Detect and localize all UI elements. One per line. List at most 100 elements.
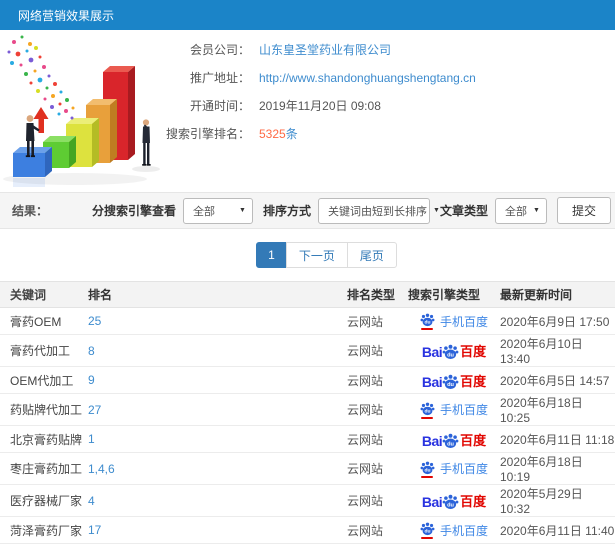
sort-select[interactable]: 关键词由短到长排序 ▼	[317, 197, 440, 224]
company-link[interactable]: 山东皇圣堂药业有限公司	[259, 41, 391, 58]
svg-text:du: du	[424, 408, 430, 414]
rank-type-cell: 云网站	[347, 425, 408, 453]
rank-cell: 25	[88, 307, 347, 335]
chevron-down-icon: ▼	[533, 207, 540, 214]
results-table: 关键词 排名 排名类型 搜索引擎类型 最新更新时间 膏药OEM 25 云网站 du 手机…	[0, 281, 615, 544]
baidu-paw-icon: du	[420, 522, 435, 536]
baidu-paw-icon: du	[442, 494, 459, 509]
rank-cell: 1	[88, 425, 347, 453]
filter-controls: 分搜索引擎查看 全部 ▼ 排序方式 关键词由短到长排序 ▼ 文章类型 全部 ▼ …	[82, 197, 611, 224]
next-page-button[interactable]: 下一页	[285, 242, 348, 268]
baidu-paw-icon-box: du	[420, 312, 435, 330]
table-row: OEM代加工 9 云网站 Bai du 百度 2020年6月5日 14:57	[0, 366, 615, 394]
rank-cell: 1,4,6	[88, 452, 347, 485]
marketing-report-page: { "title": "网络营销效果展示", "info": { "rows":…	[0, 0, 615, 544]
mobile-baidu-label: 手机百度	[439, 314, 488, 329]
keyword-column-header: 关键词	[0, 281, 88, 308]
info-row-url: 推广地址： http://www.shandonghuangshengtang.…	[0, 64, 615, 91]
promo-url-label: 推广地址：	[189, 71, 250, 85]
rank-count-suffix[interactable]: 条	[286, 127, 298, 141]
article-type-select-value: 全部	[504, 205, 527, 218]
paw-underline	[421, 475, 434, 478]
engine-type-cell: Bai du 百度	[408, 425, 500, 453]
keyword-cell: 膏药OEM	[0, 307, 88, 335]
rank-type-cell: 云网站	[347, 366, 408, 394]
table-row: 菏泽膏药厂家 17 云网站 du 手机百度 2020年6月11日 11:40	[0, 516, 615, 544]
submit-button[interactable]: 提交	[556, 197, 611, 224]
promo-url-link[interactable]: http://www.shandonghuangshengtang.cn	[259, 71, 476, 85]
baidu-paw-icon: du	[442, 344, 459, 359]
keyword-cell: 北京膏药贴牌	[0, 425, 88, 453]
filter-bar: 结果： 分搜索引擎查看 全部 ▼ 排序方式 关键词由短到长排序 ▼ 文章类型 全…	[0, 192, 615, 229]
article-type-select[interactable]: 全部 ▼	[494, 197, 547, 224]
rank-cell: 27	[88, 393, 347, 426]
baidu-paw-icon: du	[420, 313, 435, 327]
table-row: 膏药OEM 25 云网站 du 手机百度 2020年6月9日 17:50	[0, 307, 615, 335]
rank-link[interactable]: 17	[88, 523, 101, 537]
baidu-wordmark: Bai	[421, 344, 443, 360]
mobile-baidu-logo: du 手机百度	[420, 460, 488, 478]
rank-type-cell: 云网站	[347, 334, 408, 367]
updated-time-cell: 2020年6月18日 10:19	[500, 452, 615, 485]
rank-link[interactable]: 27	[88, 403, 101, 417]
chevron-down-icon: ▼	[239, 207, 246, 214]
engine-select[interactable]: 全部 ▼	[182, 197, 253, 224]
info-row-company: 会员公司： 山东皇圣堂药业有限公司	[0, 36, 615, 63]
engine-type-cell: du 手机百度	[408, 452, 500, 485]
page-1-button[interactable]: 1	[256, 242, 287, 268]
baidu-logo: Bai du 百度	[422, 371, 486, 390]
updated-column-header: 最新更新时间	[500, 281, 615, 308]
rank-type-cell: 云网站	[347, 484, 408, 517]
pagination: 1 下一页 尾页	[256, 242, 397, 268]
rank-type-cell: 云网站	[347, 393, 408, 426]
rank-count-label: 搜索引擎排名：	[165, 127, 250, 141]
rank-column-header: 排名	[88, 281, 347, 308]
svg-text:du: du	[424, 529, 430, 535]
updated-time-cell: 2020年6月10日 13:40	[500, 334, 615, 367]
baidu-paw-icon: du	[420, 461, 435, 474]
updated-time-cell: 2020年6月5日 14:57	[500, 366, 615, 394]
info-row-rank-count: 搜索引擎排名： 5325条	[0, 120, 615, 147]
engine-type-cell: Bai du 百度	[408, 366, 500, 394]
baidu-paw-icon-box: du	[420, 401, 435, 419]
open-time-label: 开通时间：	[189, 99, 250, 113]
rank-type-column-header: 排名类型	[347, 281, 408, 308]
keyword-cell: 枣庄膏药加工	[0, 452, 88, 485]
rank-count-value: 5325条	[259, 125, 298, 142]
mobile-baidu-label: 手机百度	[439, 403, 488, 417]
engine-column-header: 搜索引擎类型	[408, 281, 500, 308]
page-title: 网络营销效果展示	[18, 8, 115, 23]
rank-link[interactable]: 1	[88, 432, 95, 446]
mobile-baidu-logo: du 手机百度	[420, 401, 488, 419]
table-row: 医疗器械厂家 4 云网站 Bai du 百度 2020年5月29日 10:32	[0, 484, 615, 517]
last-page-button[interactable]: 尾页	[346, 242, 397, 268]
pagination-wrap: 1 下一页 尾页	[0, 229, 615, 281]
rank-link[interactable]: 1,4,6	[88, 462, 115, 476]
paw-underline	[421, 328, 434, 330]
rank-link[interactable]: 8	[88, 344, 95, 358]
engine-filter-label: 分搜索引擎查看	[91, 204, 176, 218]
updated-time-cell: 2020年6月18日 10:25	[500, 393, 615, 426]
baidu-logo: Bai du 百度	[422, 430, 486, 449]
keyword-cell: OEM代加工	[0, 366, 88, 394]
table-row: 北京膏药贴牌 1 云网站 Bai du 百度 2020年6月11日 11:18	[0, 425, 615, 453]
svg-text:du: du	[447, 352, 454, 358]
rank-link[interactable]: 25	[88, 314, 101, 328]
mobile-baidu-label: 手机百度	[439, 462, 488, 476]
svg-text:du: du	[447, 382, 454, 388]
engine-type-cell: du 手机百度	[408, 307, 500, 335]
table-header-row: 关键词 排名 排名类型 搜索引擎类型 最新更新时间	[0, 281, 615, 308]
chevron-down-icon: ▼	[432, 207, 440, 214]
rank-type-cell: 云网站	[347, 516, 408, 544]
rank-link[interactable]: 4	[88, 494, 95, 508]
table-row: 枣庄膏药加工 1,4,6 云网站 du 手机百度 2020年6月18日 10:19	[0, 452, 615, 485]
rank-cell: 4	[88, 484, 347, 517]
engine-select-value: 全部	[192, 205, 215, 218]
account-info-section: 会员公司： 山东皇圣堂药业有限公司 推广地址： http://www.shand…	[0, 30, 615, 192]
updated-time-cell: 2020年6月9日 17:50	[500, 307, 615, 335]
keyword-cell: 菏泽膏药厂家	[0, 516, 88, 544]
rank-link[interactable]: 9	[88, 373, 95, 387]
mobile-baidu-logo: du 手机百度	[420, 312, 488, 330]
result-label: 结果：	[12, 204, 49, 218]
baidu-logo: Bai du 百度	[422, 491, 486, 510]
